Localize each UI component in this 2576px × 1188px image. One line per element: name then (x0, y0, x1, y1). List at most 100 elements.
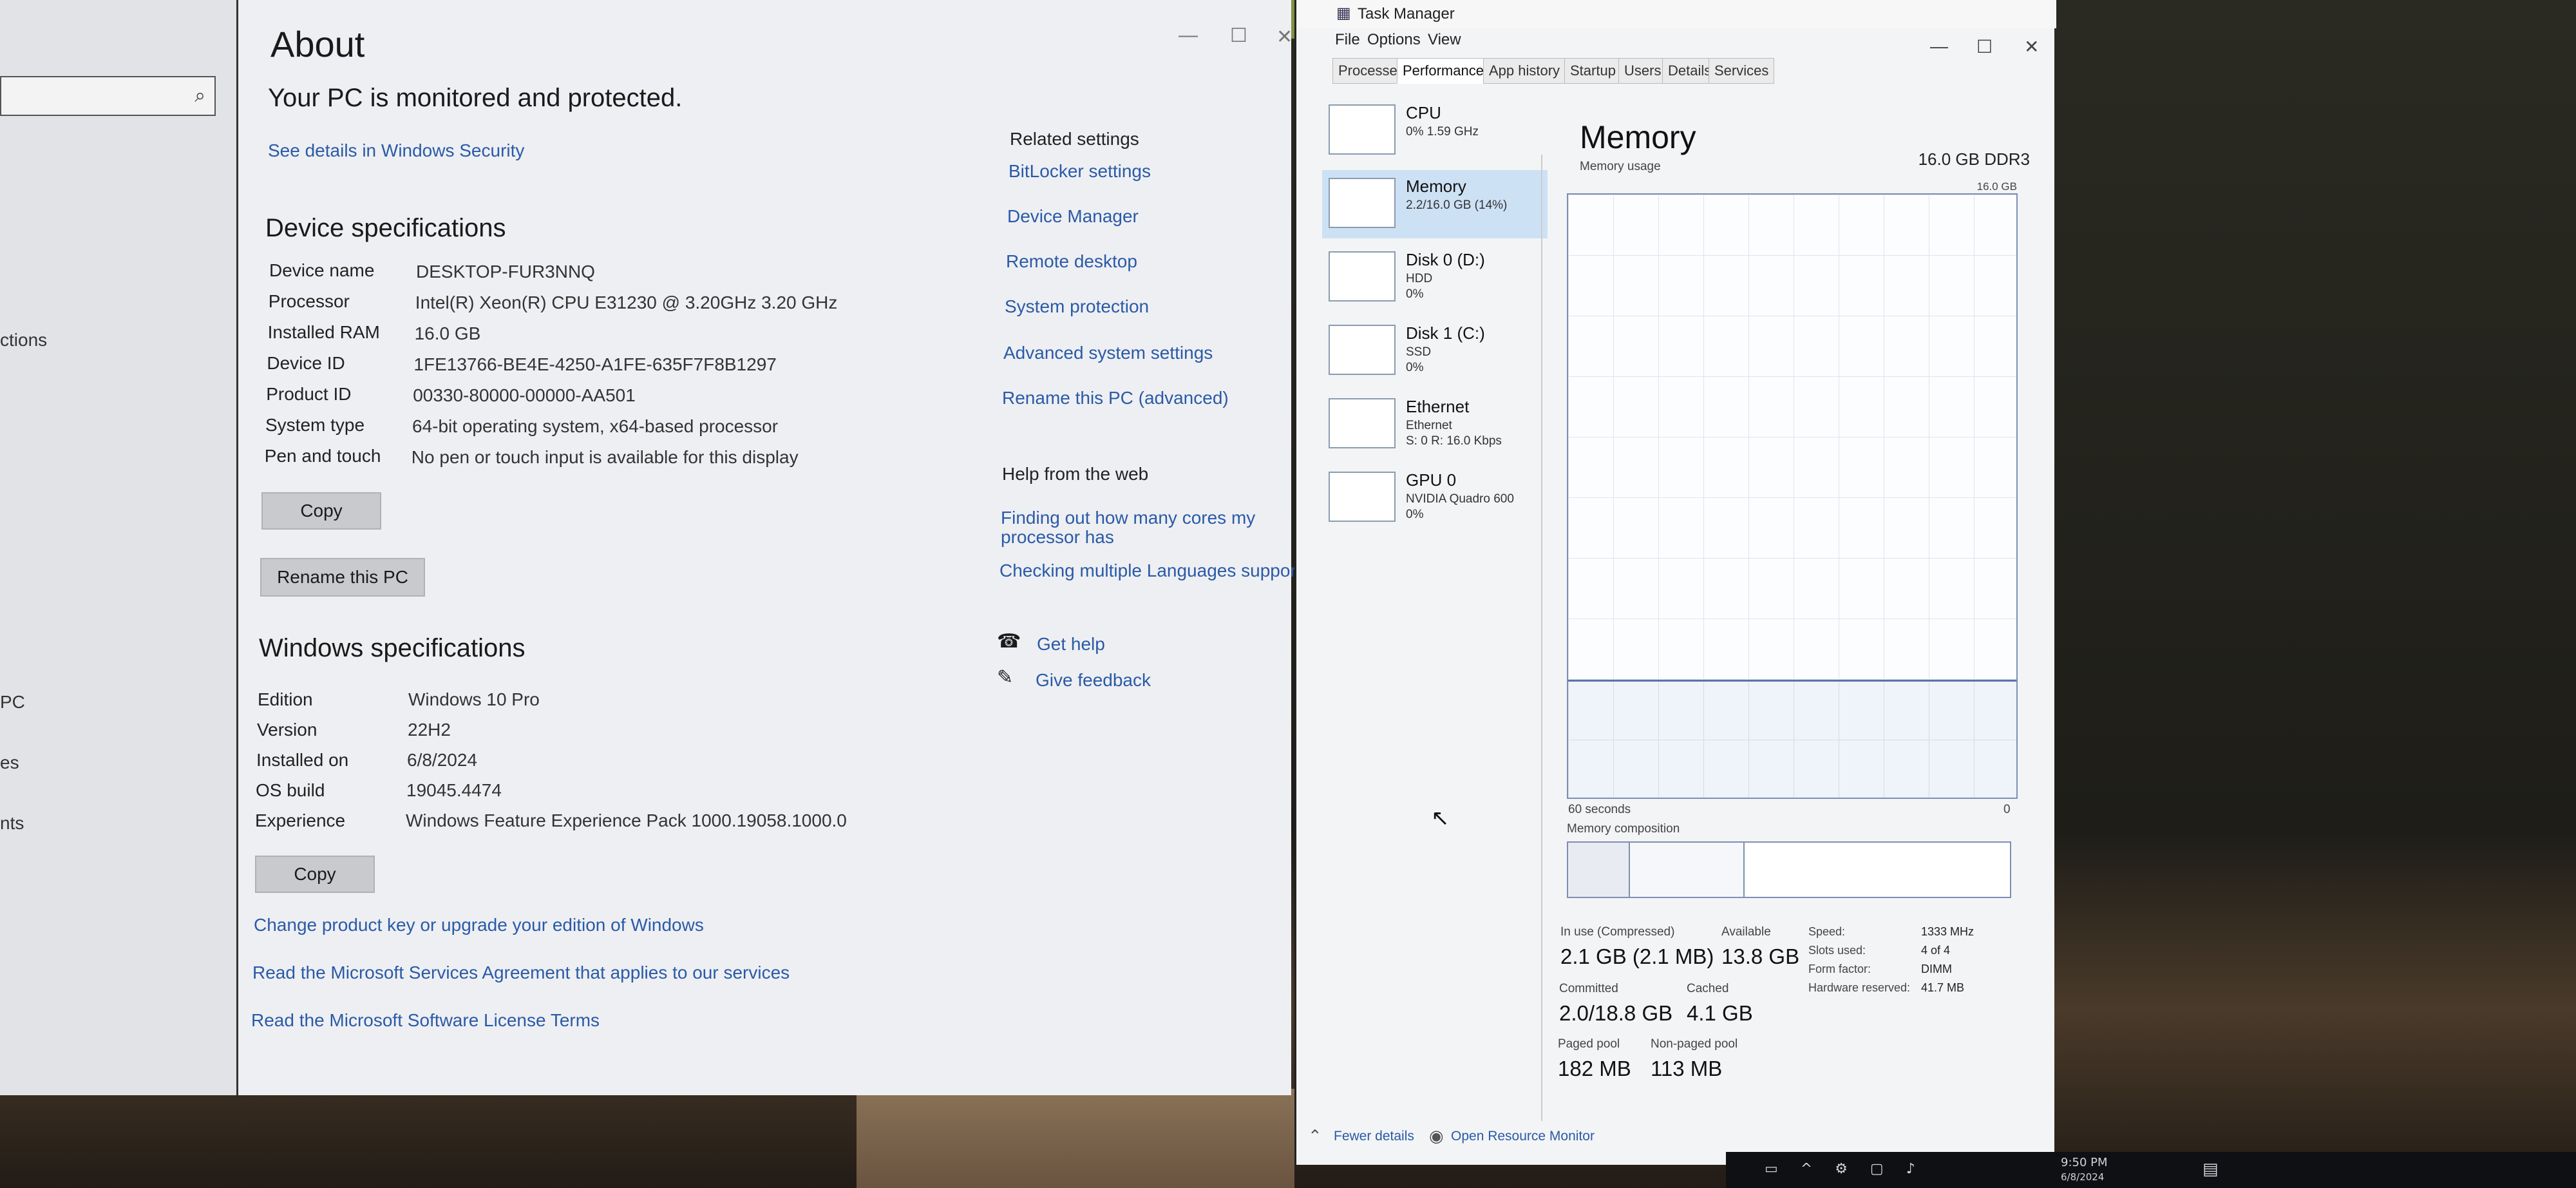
spec-label: Pen and touch (264, 446, 381, 466)
languages-support-link[interactable]: Checking multiple Languages support (999, 560, 1302, 581)
system-protection-link[interactable]: System protection (1005, 296, 1149, 317)
sidebar-item-gpu-0[interactable]: GPU 0 NVIDIA Quadro 600 0% (1322, 464, 1548, 532)
memory-usage-graph (1567, 193, 2018, 799)
notification-icon[interactable]: ▤ (2202, 1160, 2219, 1179)
spec-value: 19045.4474 (406, 780, 502, 800)
settings-window: ⌕ ctions PC es nts — ☐ ✕ About Your PC i… (0, 0, 1302, 1095)
cached-label: Cached (1687, 982, 1729, 995)
tm-maximize-icon[interactable]: ☐ (1976, 36, 1993, 57)
sidebar-divider (1541, 155, 1542, 1121)
composition-in-use (1568, 843, 1631, 897)
minimize-icon[interactable]: — (1179, 24, 1198, 46)
nav-item-2[interactable]: PC (0, 692, 25, 713)
settings-content: — ☐ ✕ About Your PC is monitored and pro… (238, 0, 1302, 1095)
tab-performance[interactable]: Performance (1397, 58, 1490, 84)
taskbar-time[interactable]: 9:50 PM (2061, 1156, 2108, 1169)
task-manager-window: ▦ Task Manager — ☐ ✕ File Options View P… (1294, 0, 2056, 1165)
sidebar-item-ethernet[interactable]: Ethernet Ethernet S: 0 R: 16.0 Kbps (1322, 390, 1548, 459)
spec-label: OS build (256, 780, 325, 800)
advanced-system-settings-link[interactable]: Advanced system settings (1003, 343, 1213, 363)
task-manager-title: Task Manager (1358, 5, 1455, 23)
sidebar-thumbnail (1329, 472, 1396, 522)
spec-value: 6/8/2024 (407, 750, 477, 770)
memory-composition-bar (1567, 841, 2011, 898)
sidebar-item-disk-1-c[interactable]: Disk 1 (C:) SSD 0% (1322, 317, 1548, 385)
spec-value: No pen or touch input is available for t… (411, 447, 799, 467)
sidebar-item-detail: SSD (1406, 345, 1432, 359)
spec-label: Installed on (256, 750, 349, 770)
remote-desktop-link[interactable]: Remote desktop (1006, 251, 1137, 272)
sidebar-item-disk-0-d[interactable]: Disk 0 (D:) HDD 0% (1322, 244, 1548, 312)
windows-specs-heading: Windows specifications (259, 634, 526, 662)
sidebar-item-name: Ethernet (1406, 397, 1470, 416)
nav-item-4[interactable]: nts (0, 813, 24, 834)
in-use-value: 2.1 GB (2.1 MB) (1560, 944, 1714, 968)
give-feedback-link[interactable]: Give feedback (1036, 670, 1151, 691)
sidebar-thumbnail (1329, 398, 1396, 448)
close-icon[interactable]: ✕ (1276, 26, 1293, 48)
related-settings-heading: Related settings (1010, 129, 1139, 149)
tab-users[interactable]: Users (1618, 58, 1667, 84)
sidebar-thumbnail (1329, 251, 1396, 302)
available-label: Available (1721, 925, 1771, 939)
services-agreement-link[interactable]: Read the Microsoft Services Agreement th… (252, 963, 790, 983)
rename-pc-advanced-link[interactable]: Rename this PC (advanced) (1002, 388, 1229, 408)
sidebar-thumbnail (1329, 178, 1396, 228)
spec-label: Installed RAM (267, 322, 380, 342)
taskbar: ▭ ^ ⚙ ▢ ♪ 9:50 PM 6/8/2024 ▤ (1726, 1152, 2576, 1188)
menu-options[interactable]: Options (1367, 31, 1421, 49)
open-resource-monitor-link[interactable]: Open Resource Monitor (1451, 1129, 1595, 1144)
license-terms-link[interactable]: Read the Microsoft Software License Term… (251, 1010, 600, 1031)
bitlocker-link[interactable]: BitLocker settings (1009, 161, 1151, 182)
spec-label: Device name (269, 260, 375, 280)
menu-file[interactable]: File (1335, 31, 1360, 49)
get-help-link[interactable]: Get help (1037, 634, 1105, 655)
sidebar-item-name: Disk 1 (C:) (1406, 323, 1485, 343)
rename-pc-button[interactable]: Rename this PC (260, 558, 425, 597)
memory-usage-line (1568, 679, 2016, 682)
tab-startup[interactable]: Startup (1564, 58, 1622, 84)
sidebar-item-detail-2: 0% (1406, 361, 1424, 374)
sidebar-item-detail: 2.2/16.0 GB (14%) (1406, 198, 1508, 212)
tab-app-history[interactable]: App history (1483, 58, 1566, 84)
memory-detail-value: 4 of 4 (1921, 944, 1951, 957)
spec-label: Product ID (266, 384, 352, 404)
mouse-cursor-icon: ↖ (1431, 806, 1450, 830)
tab-services[interactable]: Services (1709, 58, 1775, 84)
menu-view[interactable]: View (1428, 31, 1461, 49)
tm-minimize-icon[interactable]: — (1930, 36, 1948, 57)
cores-link-line-2[interactable]: processor has (1001, 527, 1114, 548)
task-manager-titlebar[interactable]: ▦ Task Manager (1296, 0, 2056, 28)
memory-total: 16.0 GB DDR3 (1918, 149, 2030, 169)
task-manager-app-icon: ▦ (1336, 5, 1351, 22)
copy-device-specs-button[interactable]: Copy (261, 492, 381, 530)
get-help-icon[interactable]: ☎ (997, 630, 1021, 653)
sidebar-item-memory[interactable]: Memory 2.2/16.0 GB (14%) (1322, 170, 1548, 238)
nav-item-1[interactable]: ctions (0, 330, 47, 350)
spec-value: 22H2 (408, 720, 451, 740)
tray-icons[interactable]: ▭ ^ ⚙ ▢ ♪ (1765, 1161, 1924, 1177)
sidebar-item-cpu[interactable]: CPU 0% 1.59 GHz (1322, 97, 1548, 165)
memory-detail-label: Speed: (1808, 925, 1846, 938)
spec-value: 00330-80000-00000-AA501 (413, 385, 636, 405)
fewer-details-icon[interactable]: ⌃ (1308, 1126, 1322, 1146)
taskbar-date[interactable]: 6/8/2024 (2061, 1171, 2104, 1183)
copy-windows-specs-button[interactable]: Copy (255, 856, 375, 893)
sidebar-item-detail-2: S: 0 R: 16.0 Kbps (1406, 434, 1502, 448)
windows-security-link[interactable]: See details in Windows Security (268, 140, 524, 161)
resource-monitor-icon[interactable]: ◉ (1429, 1126, 1444, 1146)
nav-item-3[interactable]: es (0, 752, 19, 773)
paged-pool-value: 182 MB (1558, 1057, 1631, 1080)
feedback-icon[interactable]: ✎ (997, 666, 1013, 689)
maximize-icon[interactable]: ☐ (1230, 24, 1247, 47)
sidebar-item-detail-2: 0% (1406, 508, 1424, 521)
device-manager-link[interactable]: Device Manager (1007, 206, 1139, 227)
fewer-details-link[interactable]: Fewer details (1334, 1129, 1414, 1144)
spec-value: Intel(R) Xeon(R) CPU E31230 @ 3.20GHz 3.… (415, 292, 838, 312)
settings-search-input[interactable]: ⌕ (0, 76, 216, 116)
search-icon[interactable]: ⌕ (194, 85, 205, 107)
change-product-key-link[interactable]: Change product key or upgrade your editi… (254, 915, 704, 935)
tm-close-icon[interactable]: ✕ (2024, 36, 2039, 57)
cores-link-line-1[interactable]: Finding out how many cores my (1001, 508, 1255, 528)
spec-label: Edition (258, 689, 313, 709)
